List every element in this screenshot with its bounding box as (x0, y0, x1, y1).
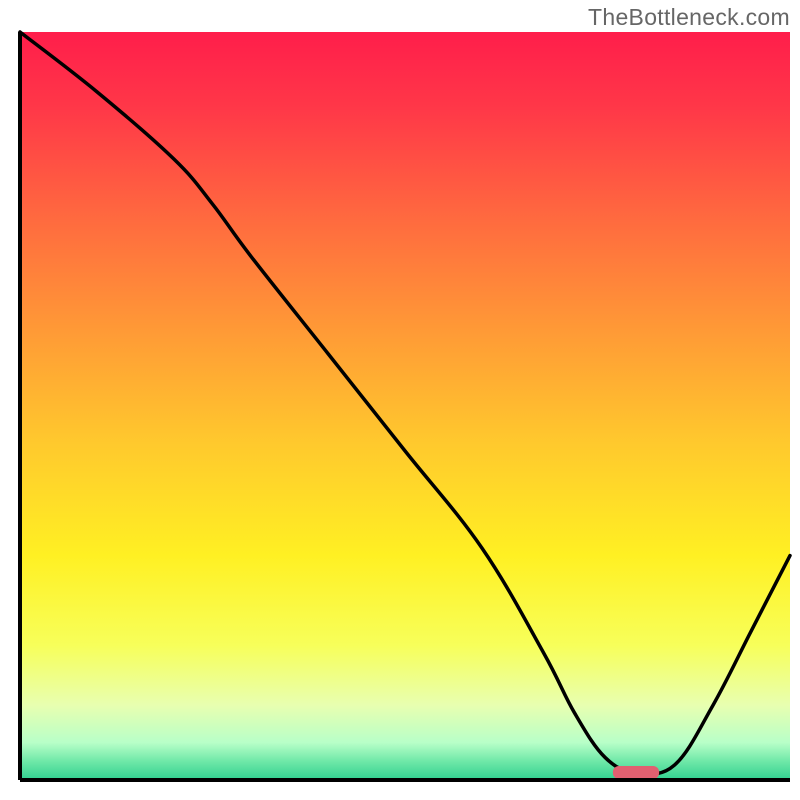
chart-container: TheBottleneck.com (0, 0, 800, 800)
watermark-text: TheBottleneck.com (588, 4, 790, 31)
optimal-marker (613, 766, 659, 779)
gradient-background (20, 32, 790, 780)
bottleneck-chart (0, 0, 800, 800)
